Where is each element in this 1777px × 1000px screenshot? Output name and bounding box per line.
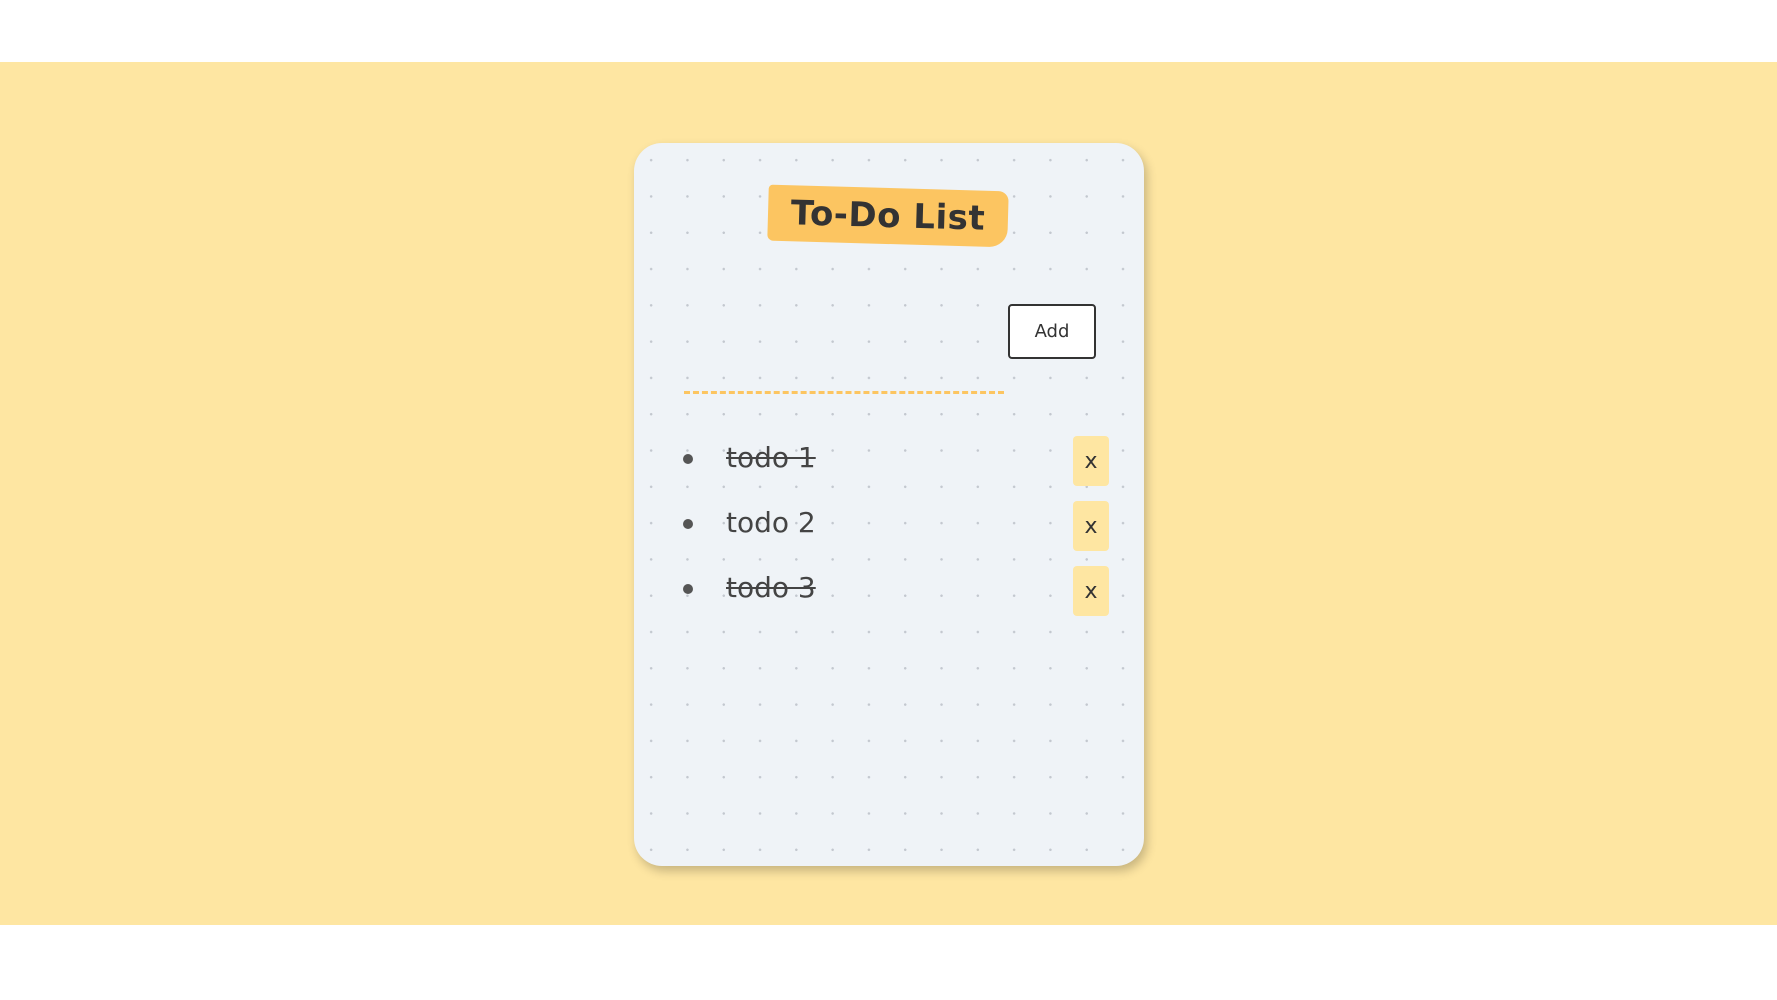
- todo-text[interactable]: todo 1: [726, 441, 816, 475]
- todo-card: To-Do List Add todo 1 x todo 2 x todo 3 …: [634, 143, 1144, 866]
- bullet-icon: [683, 584, 693, 594]
- todo-input[interactable]: [684, 355, 1004, 394]
- page-background: To-Do List Add todo 1 x todo 2 x todo 3 …: [0, 62, 1777, 925]
- bullet-icon: [683, 519, 693, 529]
- todo-text[interactable]: todo 2: [726, 506, 816, 540]
- todo-text[interactable]: todo 3: [726, 571, 816, 605]
- delete-button[interactable]: x: [1073, 566, 1109, 616]
- page-title: To-Do List: [790, 193, 986, 239]
- delete-button[interactable]: x: [1073, 501, 1109, 551]
- delete-button[interactable]: x: [1073, 436, 1109, 486]
- bullet-icon: [683, 454, 693, 464]
- todo-list: todo 1 x todo 2 x todo 3 x: [634, 436, 1144, 631]
- add-button[interactable]: Add: [1008, 304, 1096, 359]
- list-item: todo 3 x: [634, 566, 1144, 631]
- title-tag: To-Do List: [767, 184, 1009, 248]
- list-item: todo 1 x: [634, 436, 1144, 501]
- list-item: todo 2 x: [634, 501, 1144, 566]
